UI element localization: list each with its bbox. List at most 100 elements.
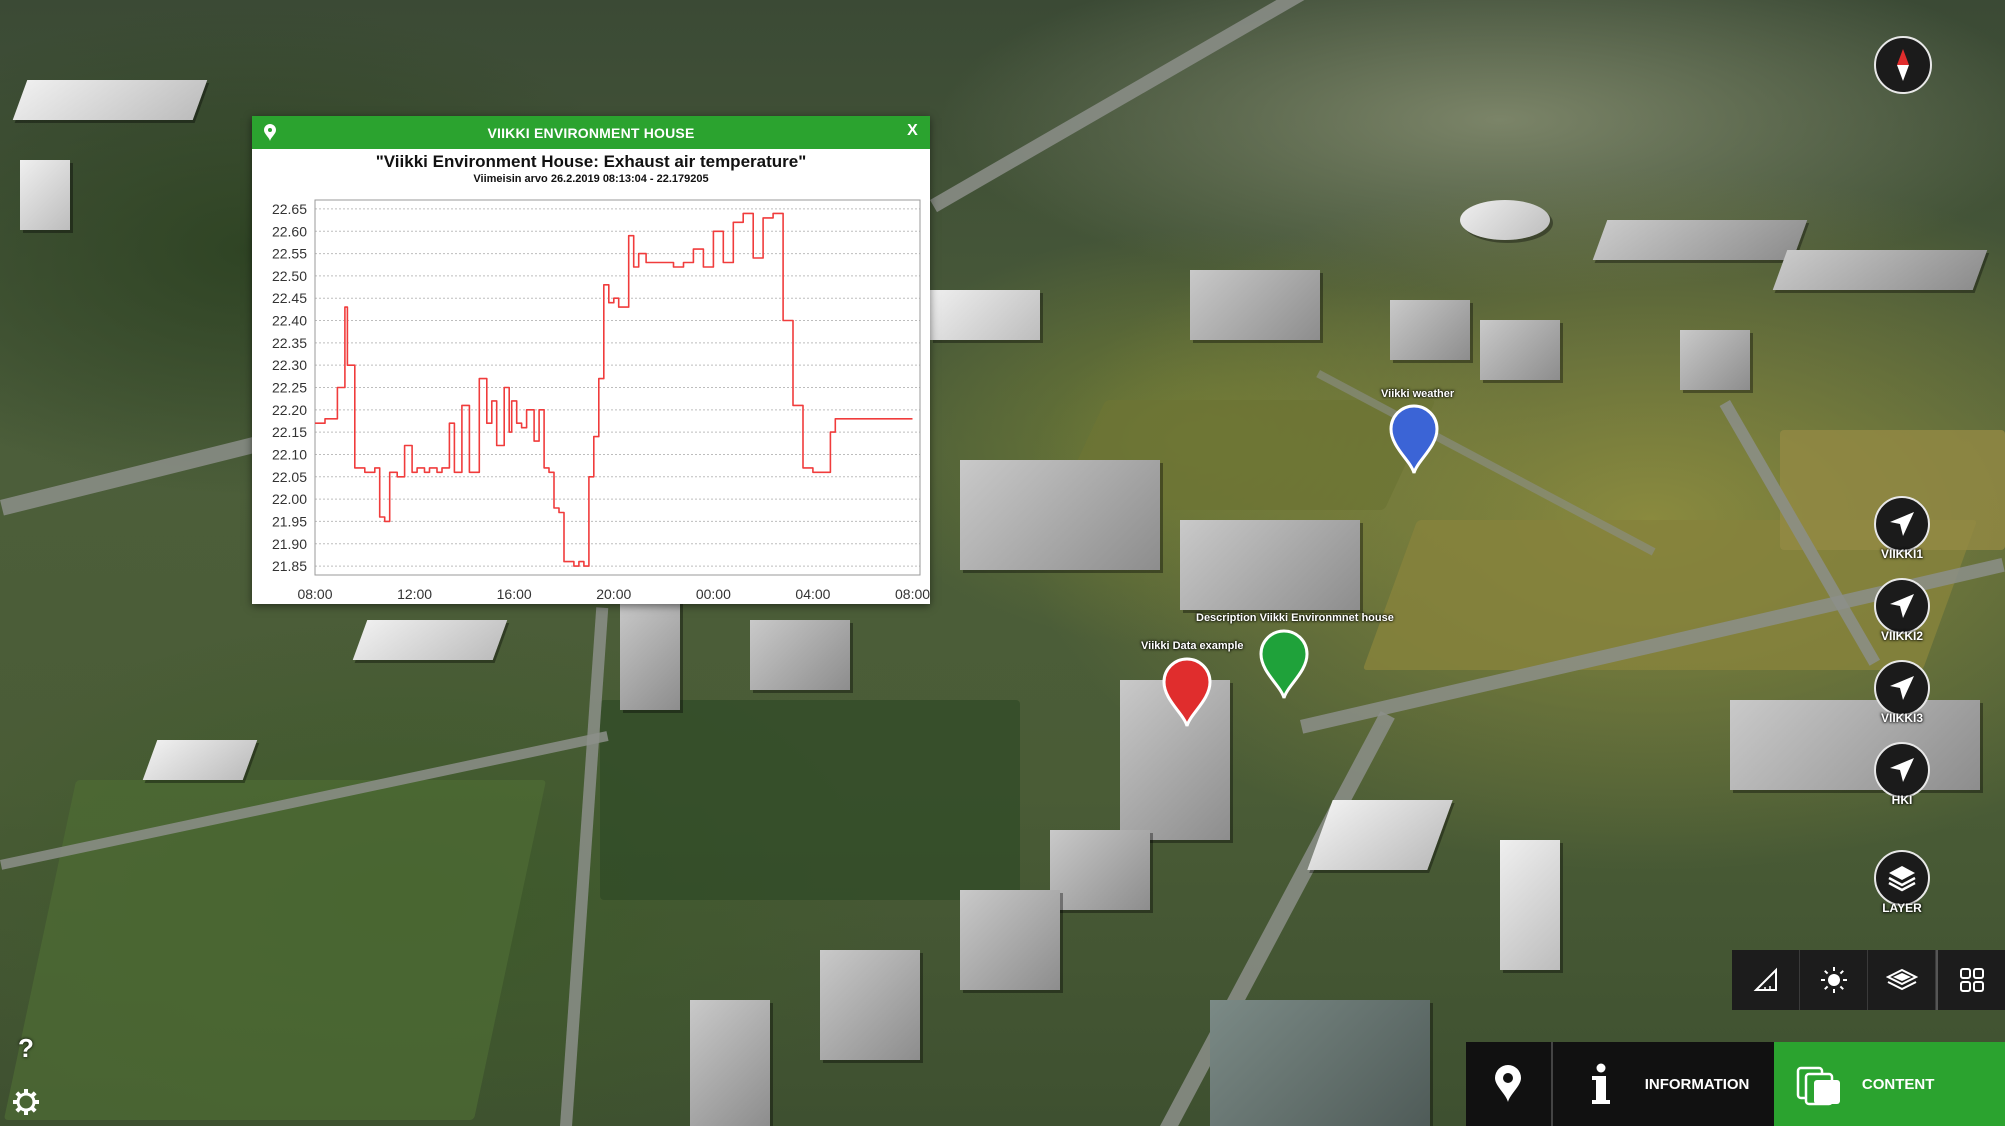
chart-x-axis: 08:00 12:00 16:00 20:00 00:00 04:00 08:00 bbox=[297, 586, 930, 602]
nav-button-viikki2[interactable] bbox=[1874, 578, 1930, 634]
map-building bbox=[12, 80, 208, 120]
temperature-line-chart: 21.85 21.90 21.95 22.00 22.05 22.10 22.15 22.20… bbox=[272, 199, 930, 602]
close-button[interactable]: X bbox=[907, 122, 918, 140]
map-building bbox=[960, 890, 1060, 990]
x-tick-label: 08:00 bbox=[895, 586, 930, 602]
chart-y-axis: 21.85 21.90 21.95 22.00 22.05 22.10 22.15 22.20… bbox=[272, 201, 307, 574]
info-popup-window: VIIKKI ENVIRONMENT HOUSE X "Viikki Envir… bbox=[252, 116, 930, 604]
map-marker-environment-house[interactable] bbox=[1259, 628, 1309, 700]
navigation-arrow-icon bbox=[1890, 594, 1914, 618]
navigation-arrow-icon bbox=[1890, 758, 1914, 782]
map-building bbox=[1210, 1000, 1430, 1126]
map-building bbox=[1050, 830, 1150, 910]
map-road bbox=[0, 437, 257, 516]
marker-pin-shape bbox=[1162, 657, 1212, 727]
map-building bbox=[20, 160, 70, 230]
info-icon bbox=[1591, 1063, 1610, 1104]
nav-button-hki[interactable] bbox=[1874, 742, 1930, 798]
map-building bbox=[690, 1000, 770, 1126]
location-pin-icon bbox=[1495, 1065, 1522, 1102]
bottom-menu-bar: INFORMATION CONTENT bbox=[1466, 1042, 2005, 1126]
information-label: INFORMATION bbox=[1644, 1075, 1750, 1093]
information-button[interactable]: INFORMATION bbox=[1552, 1042, 1774, 1126]
y-tick-label: 22.15 bbox=[272, 424, 307, 440]
map-building bbox=[1307, 800, 1453, 870]
map-building bbox=[142, 740, 258, 780]
marker-pin-shape bbox=[1389, 404, 1439, 474]
nav-button-viikki3[interactable] bbox=[1874, 660, 1930, 716]
marker-label-viikki-weather: Viikki weather bbox=[1381, 388, 1455, 400]
map-field bbox=[3, 780, 547, 1120]
x-tick-label: 04:00 bbox=[795, 586, 830, 602]
gear-icon bbox=[13, 1089, 39, 1115]
map-building bbox=[960, 460, 1160, 570]
map-building bbox=[1680, 330, 1750, 390]
map-building bbox=[352, 620, 508, 660]
compass-icon bbox=[1897, 49, 1909, 81]
navigation-arrow-icon bbox=[1890, 676, 1914, 700]
map-building bbox=[1480, 320, 1560, 380]
y-tick-label: 22.30 bbox=[272, 357, 307, 373]
grid-icon bbox=[1959, 968, 1984, 992]
help-label: ? bbox=[18, 1032, 34, 1063]
grid-tool-button[interactable] bbox=[1936, 950, 2005, 1010]
x-tick-label: 12:00 bbox=[397, 586, 432, 602]
compass-button[interactable] bbox=[1874, 36, 1932, 94]
y-tick-label: 22.50 bbox=[272, 268, 307, 284]
map-tool-strip bbox=[1732, 950, 2005, 1010]
settings-button[interactable] bbox=[10, 1086, 42, 1118]
y-tick-label: 21.95 bbox=[272, 513, 307, 529]
map-building bbox=[1190, 270, 1320, 340]
y-tick-label: 21.85 bbox=[272, 558, 307, 574]
map-building bbox=[1390, 300, 1470, 360]
y-tick-label: 22.55 bbox=[272, 246, 307, 262]
layer-button[interactable] bbox=[1874, 850, 1930, 906]
marker-pin-shape bbox=[1259, 629, 1309, 699]
sun-tool-button[interactable] bbox=[1800, 950, 1868, 1010]
nav-button-viikki1[interactable] bbox=[1874, 496, 1930, 552]
sun-icon bbox=[1820, 967, 1847, 993]
ruler-triangle-icon bbox=[1753, 967, 1777, 991]
y-tick-label: 22.45 bbox=[272, 290, 307, 306]
x-tick-label: 08:00 bbox=[297, 586, 332, 602]
y-tick-label: 22.65 bbox=[272, 201, 307, 217]
navigation-arrow-icon bbox=[1890, 512, 1914, 536]
y-tick-label: 21.90 bbox=[272, 536, 307, 552]
layer-caption: LAYER bbox=[1882, 901, 1922, 915]
y-tick-label: 22.25 bbox=[272, 380, 307, 396]
nav-caption-viikki3: VIIKKI3 bbox=[1880, 711, 1923, 725]
map-building bbox=[820, 950, 920, 1060]
content-label: CONTENT bbox=[1861, 1075, 1935, 1093]
map-marker-viikki-weather[interactable] bbox=[1389, 403, 1439, 475]
nav-caption-viikki2: VIIKKI2 bbox=[1880, 629, 1923, 643]
nav-caption-hki: HKI bbox=[1891, 793, 1913, 807]
map-road bbox=[930, 0, 1371, 213]
map-marker-viikki-data-example[interactable] bbox=[1162, 656, 1212, 728]
popup-header: VIIKKI ENVIRONMENT HOUSE X bbox=[252, 116, 930, 149]
chart-series-line bbox=[315, 212, 913, 567]
x-tick-label: 20:00 bbox=[596, 586, 631, 602]
x-tick-label: 00:00 bbox=[696, 586, 731, 602]
map-building bbox=[930, 290, 1040, 340]
nav-caption-viikki1: VIIKKI1 bbox=[1880, 547, 1923, 561]
content-button[interactable]: CONTENT bbox=[1773, 1042, 2005, 1126]
marker-label-environment-house: Description Viikki Environmnet house bbox=[1196, 612, 1394, 624]
marker-label-viikki-data-example: Viikki Data example bbox=[1141, 640, 1244, 652]
location-pin-icon bbox=[264, 124, 276, 141]
chart-title: "Viikki Environment House: Exhaust air t… bbox=[375, 152, 807, 171]
map-building bbox=[1500, 840, 1560, 970]
help-button[interactable]: ? bbox=[10, 1032, 42, 1064]
location-button[interactable] bbox=[1466, 1042, 1553, 1126]
layers-icon bbox=[1888, 866, 1916, 892]
chart-plot-frame bbox=[314, 199, 921, 576]
measure-tool-button[interactable] bbox=[1732, 950, 1800, 1010]
map-building bbox=[1730, 700, 1980, 790]
y-tick-label: 22.20 bbox=[272, 402, 307, 418]
terrain-tool-button[interactable] bbox=[1868, 950, 1936, 1010]
y-tick-label: 22.60 bbox=[272, 223, 307, 239]
map-layers-icon bbox=[1885, 968, 1918, 991]
map-building bbox=[1460, 200, 1550, 240]
documents-icon bbox=[1796, 1066, 1840, 1106]
chart-subtitle: Viimeisin arvo 26.2.2019 08:13:04 - 22.1… bbox=[473, 173, 709, 185]
y-tick-label: 22.10 bbox=[272, 446, 307, 462]
